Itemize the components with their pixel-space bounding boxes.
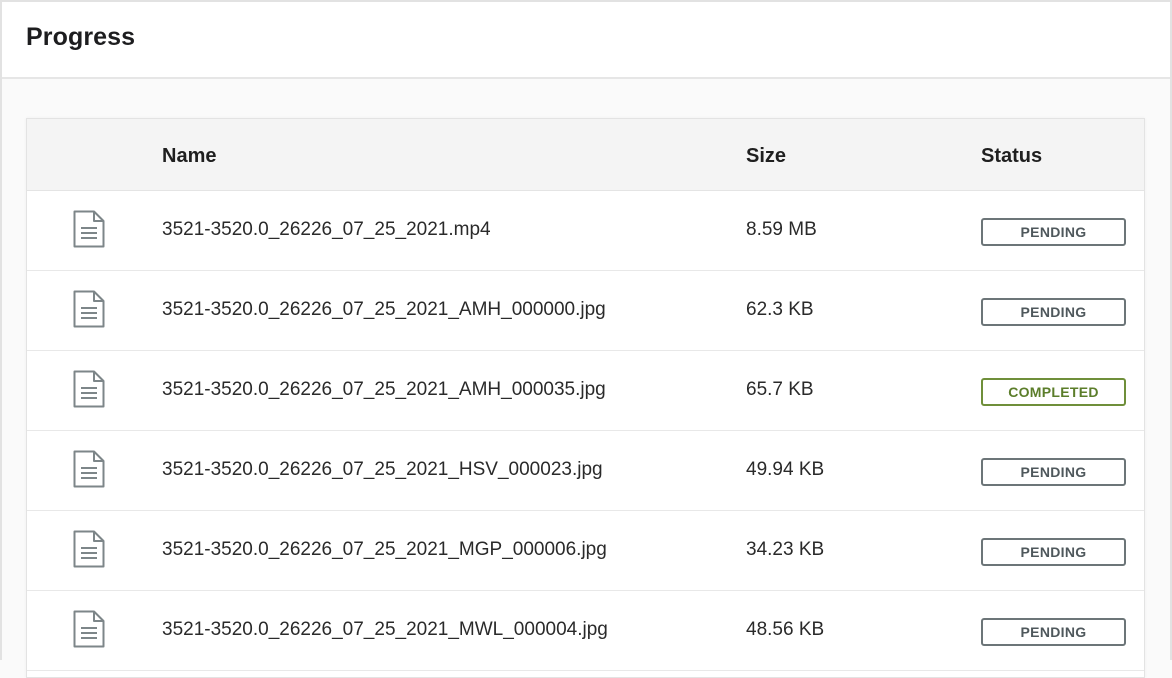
file-name: 3521-3520.0_26226_07_25_2021_MGP_000006.… xyxy=(162,539,607,560)
file-table: Name Size Status 3521-3520.0_26226_07_25… xyxy=(26,118,1145,678)
table-row[interactable]: 3521-3520.0_26226_07_25_2021_AMH_000000.… xyxy=(27,271,1144,351)
column-header-status[interactable]: Status xyxy=(981,145,1042,168)
table-row[interactable]: 3521-3520.0_26226_07_25_2021.mp4 8.59 MB… xyxy=(27,191,1144,271)
status-badge: PENDING xyxy=(981,458,1126,486)
status-badge: COMPLETED xyxy=(981,378,1126,406)
status-badge: PENDING xyxy=(981,538,1126,566)
file-document-icon xyxy=(73,290,105,328)
file-name: 3521-3520.0_26226_07_25_2021_HSV_000023.… xyxy=(162,459,603,480)
status-badge: PENDING xyxy=(981,218,1126,246)
file-document-icon xyxy=(73,610,105,648)
file-size: 34.23 KB xyxy=(746,539,825,560)
file-name: 3521-3520.0_26226_07_25_2021_AMH_000035.… xyxy=(162,379,606,400)
status-badge: PENDING xyxy=(981,618,1126,646)
file-document-icon xyxy=(73,450,105,488)
file-name: 3521-3520.0_26226_07_25_2021_AMH_000000.… xyxy=(162,299,606,320)
file-size: 48.56 KB xyxy=(746,619,825,640)
table-header: Name Size Status xyxy=(27,119,1144,191)
table-row[interactable]: 3521-3520.0_26226_07_25_2021_MWL_000004.… xyxy=(27,591,1144,671)
file-document-icon xyxy=(73,530,105,568)
column-header-name[interactable]: Name xyxy=(162,145,216,168)
progress-panel: Progress Name Size Status 3521-3520.0_26… xyxy=(0,0,1172,678)
table-row[interactable]: 3521-3520.0_26226_07_25_2021_AMH_000035.… xyxy=(27,351,1144,431)
table-row[interactable]: 3521-3520.0_26226_07_25_2021_MGP_000006.… xyxy=(27,511,1144,591)
file-size: 62.3 KB xyxy=(746,299,814,320)
table-body: 3521-3520.0_26226_07_25_2021.mp4 8.59 MB… xyxy=(27,191,1144,671)
file-size: 8.59 MB xyxy=(746,219,817,240)
panel-header: Progress xyxy=(2,2,1170,79)
column-header-size[interactable]: Size xyxy=(746,145,786,168)
status-badge: PENDING xyxy=(981,298,1126,326)
file-size: 49.94 KB xyxy=(746,459,825,480)
page-title: Progress xyxy=(26,23,136,51)
table-row[interactable]: 3521-3520.0_26226_07_25_2021_HSV_000023.… xyxy=(27,431,1144,511)
file-name: 3521-3520.0_26226_07_25_2021_MWL_000004.… xyxy=(162,619,608,640)
file-name: 3521-3520.0_26226_07_25_2021.mp4 xyxy=(162,219,491,240)
file-document-icon xyxy=(73,210,105,248)
file-document-icon xyxy=(73,370,105,408)
file-size: 65.7 KB xyxy=(746,379,814,400)
